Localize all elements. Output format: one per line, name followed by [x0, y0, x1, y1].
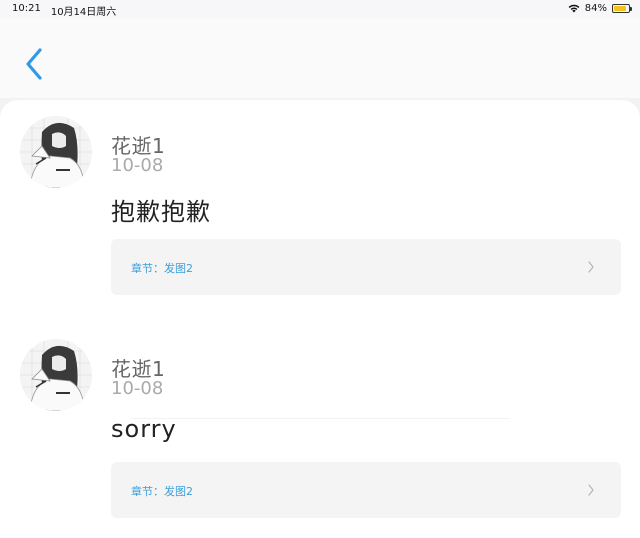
- avatar[interactable]: [20, 116, 92, 188]
- status-time: 10:21: [12, 3, 41, 14]
- chapter-label: 章节：发图2: [131, 485, 193, 498]
- comments-panel: 花逝1 10-08 抱歉抱歉 章节：发图2 花逝1 10-08 sorry 章节…: [0, 100, 640, 538]
- avatar-image: [20, 339, 92, 411]
- chevron-right-icon: [588, 484, 594, 496]
- avatar-image: [20, 116, 92, 188]
- comment-item: 花逝1 10-08 抱歉抱歉 章节：发图2: [0, 112, 640, 312]
- status-right: 84%: [568, 3, 632, 14]
- status-date: 10月14日周六: [50, 7, 117, 18]
- comment-text: 抱歉抱歉: [111, 198, 211, 226]
- chapter-link[interactable]: 章节：发图2: [111, 462, 621, 518]
- battery-icon: [612, 4, 632, 13]
- back-button[interactable]: [18, 44, 52, 84]
- status-bar: 10:21 10月14日周六 84%: [0, 0, 640, 18]
- comment-item: 花逝1 10-08 sorry 章节：发图2: [0, 335, 640, 535]
- chevron-right-icon: [588, 261, 594, 273]
- status-left: 10:21 10月14日周六: [12, 3, 116, 18]
- comment-date: 10-08: [111, 378, 164, 399]
- chapter-link[interactable]: 章节：发图2: [111, 239, 621, 295]
- avatar[interactable]: [20, 339, 92, 411]
- comment-text: sorry: [111, 415, 177, 443]
- comment-date: 10-08: [111, 155, 164, 176]
- battery-percent: 84%: [584, 3, 607, 14]
- chevron-left-icon: [26, 48, 42, 80]
- wifi-icon: [568, 4, 580, 13]
- battery-level: [614, 6, 626, 11]
- chapter-label: 章节：发图2: [131, 262, 193, 275]
- nav-bar: [0, 18, 640, 98]
